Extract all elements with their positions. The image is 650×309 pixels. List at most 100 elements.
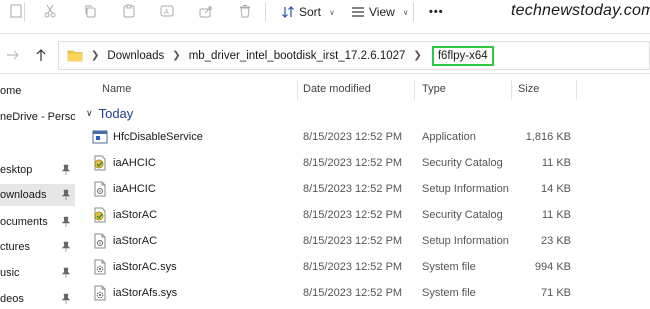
sidebar-item-downloads[interactable]: ownloads [0, 184, 75, 206]
sidebar-item-label: ownloads [0, 189, 47, 201]
column-header-name[interactable]: Name [102, 83, 131, 95]
file-row[interactable]: HfcDisableService 8/15/2023 12:52 PM App… [78, 125, 650, 151]
address-bar[interactable]: ❯ Downloads ❯ mb_driver_intel_bootdisk_i… [58, 41, 650, 70]
chevron-down-icon: ∨ [86, 108, 93, 118]
view-label: View [369, 5, 395, 19]
file-size: 14 KB [541, 183, 571, 195]
sidebar-item-pictures[interactable]: ctures [0, 236, 75, 258]
group-header-today[interactable]: ∨ Today [86, 106, 133, 121]
file-row[interactable]: iaStorAC.sys 8/15/2023 12:52 PM System f… [78, 255, 650, 281]
view-icon [352, 7, 364, 17]
toolbar-divider [24, 2, 25, 22]
chevron-down-icon: ∨ [329, 7, 335, 17]
sidebar-item-label: ctures [0, 241, 30, 253]
rename-icon[interactable]: A [159, 3, 175, 19]
column-divider[interactable] [414, 80, 415, 100]
cut-icon[interactable] [42, 3, 58, 19]
breadcrumb-item-driver-folder[interactable]: mb_driver_intel_bootdisk_irst_17.2.6.102… [189, 50, 406, 62]
file-name: iaStorAC [113, 209, 158, 221]
security-catalog-icon [94, 155, 106, 171]
new-icon[interactable] [8, 3, 24, 19]
up-arrow-icon[interactable] [32, 46, 50, 64]
address-row: ❯ Downloads ❯ mb_driver_intel_bootdisk_i… [0, 38, 650, 74]
file-name: iaStorAfs.sys [113, 287, 178, 299]
share-icon[interactable] [198, 3, 214, 19]
security-catalog-icon [94, 207, 106, 223]
file-type: Application [422, 131, 476, 143]
file-date: 8/15/2023 12:52 PM [303, 287, 403, 299]
file-row[interactable]: iaAHCIC 8/15/2023 12:52 PM Setup Informa… [78, 177, 650, 203]
chevron-down-icon: ∨ [402, 7, 409, 17]
file-type: Setup Information [422, 183, 509, 195]
file-name: iaAHCIC [113, 183, 156, 195]
file-row[interactable]: iaStorAC 8/15/2023 12:52 PM Setup Inform… [78, 229, 650, 255]
sort-icon [282, 6, 294, 18]
file-size: 994 KB [534, 261, 571, 273]
sidebar-item-label: usic [0, 267, 20, 279]
file-date: 8/15/2023 12:52 PM [303, 157, 403, 169]
forward-arrow-icon[interactable] [4, 46, 22, 64]
file-type: System file [422, 287, 476, 299]
file-row[interactable]: iaStorAC 8/15/2023 12:52 PM Security Cat… [78, 203, 650, 229]
column-divider[interactable] [576, 80, 577, 100]
file-size: 11 KB [541, 157, 571, 169]
file-size: 1,816 KB [525, 131, 571, 143]
setup-information-icon [94, 181, 106, 197]
file-date: 8/15/2023 12:52 PM [303, 209, 403, 221]
pin-icon [61, 216, 71, 227]
paste-icon[interactable] [121, 3, 137, 19]
file-name: iaStorAC.sys [113, 261, 177, 273]
command-bar: A Sort ∨ View ∨ ••• technewstoday.com [0, 0, 650, 28]
pin-icon [61, 164, 71, 175]
column-divider[interactable] [511, 80, 512, 100]
pin-icon [61, 189, 71, 200]
more-options-icon: ••• [429, 6, 444, 18]
breadcrumb: ❯ Downloads ❯ mb_driver_intel_bootdisk_i… [67, 42, 494, 69]
file-date: 8/15/2023 12:52 PM [303, 261, 403, 273]
sidebar-item-onedrive[interactable]: neDrive - Persona [0, 106, 75, 128]
column-header-size[interactable]: Size [518, 83, 539, 95]
see-more-button[interactable]: ••• [429, 2, 444, 22]
file-size: 23 KB [541, 235, 571, 247]
file-type: Security Catalog [422, 209, 503, 221]
system-file-icon [94, 285, 106, 301]
sidebar-item-documents[interactable]: ocuments [0, 211, 75, 233]
column-divider[interactable] [297, 80, 298, 100]
toolbar-divider [265, 2, 266, 22]
sidebar-item-label: deos [0, 293, 24, 305]
file-row[interactable]: iaAHCIC 8/15/2023 12:52 PM Security Cata… [78, 151, 650, 177]
column-header-type[interactable]: Type [422, 83, 446, 95]
group-label: Today [98, 106, 134, 121]
file-size: 11 KB [541, 209, 571, 221]
sidebar-item-label: esktop [0, 164, 33, 176]
application-icon [92, 130, 108, 144]
file-row[interactable]: iaStorAfs.sys 8/15/2023 12:52 PM System … [78, 281, 650, 307]
copy-icon[interactable] [82, 3, 98, 19]
file-type: Setup Information [422, 235, 509, 247]
file-name: iaStorAC [113, 235, 158, 247]
pin-icon [61, 293, 71, 304]
sort-button[interactable]: Sort ∨ [281, 2, 335, 22]
toolbar-divider [413, 2, 414, 22]
file-name: HfcDisableService [113, 131, 203, 143]
file-size: 71 KB [541, 287, 571, 299]
breadcrumb-item-downloads[interactable]: Downloads [107, 50, 164, 62]
navigation-pane: ome neDrive - Persona esktop ownloads oc… [0, 74, 75, 309]
sidebar-item-home[interactable]: ome [0, 80, 75, 102]
sidebar-item-label: ome [0, 85, 22, 97]
chevron-right-icon: ❯ [172, 50, 181, 61]
pin-icon [61, 267, 71, 278]
column-header-date[interactable]: Date modified [303, 83, 371, 95]
chevron-right-icon: ❯ [413, 50, 422, 61]
setup-information-icon [94, 233, 106, 249]
delete-icon[interactable] [237, 3, 253, 19]
breadcrumb-item-current[interactable]: f6flpy-x64 [431, 45, 494, 66]
pin-icon [61, 241, 71, 252]
sidebar-item-music[interactable]: usic [0, 262, 75, 284]
sidebar-item-videos[interactable]: deos [0, 288, 75, 309]
view-button[interactable]: View ∨ [351, 2, 409, 22]
sidebar-item-label: ocuments [0, 216, 48, 228]
watermark: technewstoday.com [511, 2, 650, 19]
sidebar-item-desktop[interactable]: esktop [0, 159, 75, 181]
system-file-icon [94, 259, 106, 275]
